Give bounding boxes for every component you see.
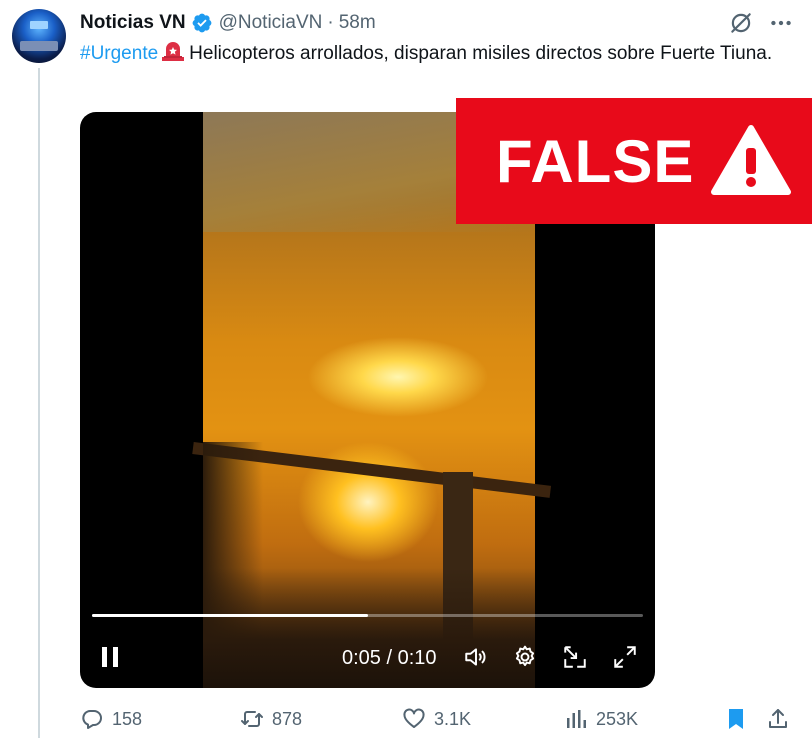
repost-count: 878 bbox=[272, 708, 303, 729]
repost-button[interactable]: 878 bbox=[240, 707, 302, 731]
hashtag-link[interactable]: #Urgente bbox=[80, 43, 158, 64]
bookmark-icon bbox=[729, 709, 743, 729]
avatar[interactable] bbox=[12, 9, 66, 63]
tweet: Noticias VN @NoticiaVN · 58m #Urgente He… bbox=[0, 0, 812, 738]
views-icon bbox=[567, 710, 586, 728]
rotating-light-icon bbox=[162, 42, 185, 61]
reply-button[interactable]: 158 bbox=[80, 707, 142, 731]
top-actions bbox=[728, 10, 794, 36]
handle[interactable]: @NoticiaVN bbox=[219, 12, 323, 34]
repost-icon bbox=[241, 711, 263, 727]
video-progress-fill bbox=[92, 614, 368, 617]
tweet-body: Helicopteros arrollados, disparan misile… bbox=[189, 43, 773, 64]
false-label-badge: FALSE bbox=[456, 98, 812, 224]
like-count: 3.1K bbox=[434, 708, 472, 729]
share-button[interactable] bbox=[766, 707, 790, 731]
share-icon bbox=[769, 709, 787, 728]
pause-icon[interactable] bbox=[98, 645, 122, 669]
reply-count: 158 bbox=[112, 708, 143, 729]
separator: · bbox=[327, 12, 334, 33]
more-icon[interactable] bbox=[768, 10, 794, 36]
fullscreen-icon[interactable] bbox=[612, 644, 638, 670]
thread-line bbox=[38, 68, 40, 738]
false-label-text: FALSE bbox=[496, 127, 695, 195]
reply-icon bbox=[82, 710, 102, 729]
video-time-readout: 0:05 / 0:10 bbox=[342, 647, 437, 669]
action-bar: 158 878 3.1K 253K bbox=[80, 702, 796, 736]
heart-icon bbox=[403, 708, 425, 728]
video-progress-bar[interactable] bbox=[92, 614, 643, 617]
tweet-text: #Urgente Helicopteros arrollados, dispar… bbox=[80, 40, 780, 68]
gear-icon[interactable] bbox=[512, 644, 538, 670]
views-button[interactable]: 253K bbox=[564, 707, 638, 731]
views-count: 253K bbox=[596, 708, 639, 729]
grok-icon[interactable] bbox=[728, 10, 754, 36]
warning-icon bbox=[711, 125, 791, 195]
verified-badge-icon bbox=[192, 13, 211, 33]
volume-icon[interactable] bbox=[463, 644, 489, 670]
tweet-header: Noticias VN @NoticiaVN · 58m bbox=[80, 10, 376, 36]
display-name[interactable]: Noticias VN bbox=[80, 12, 186, 34]
bookmark-button[interactable] bbox=[724, 707, 748, 731]
picture-in-picture-icon[interactable] bbox=[562, 644, 588, 670]
timestamp[interactable]: 58m bbox=[339, 12, 376, 34]
like-button[interactable]: 3.1K bbox=[402, 707, 471, 731]
